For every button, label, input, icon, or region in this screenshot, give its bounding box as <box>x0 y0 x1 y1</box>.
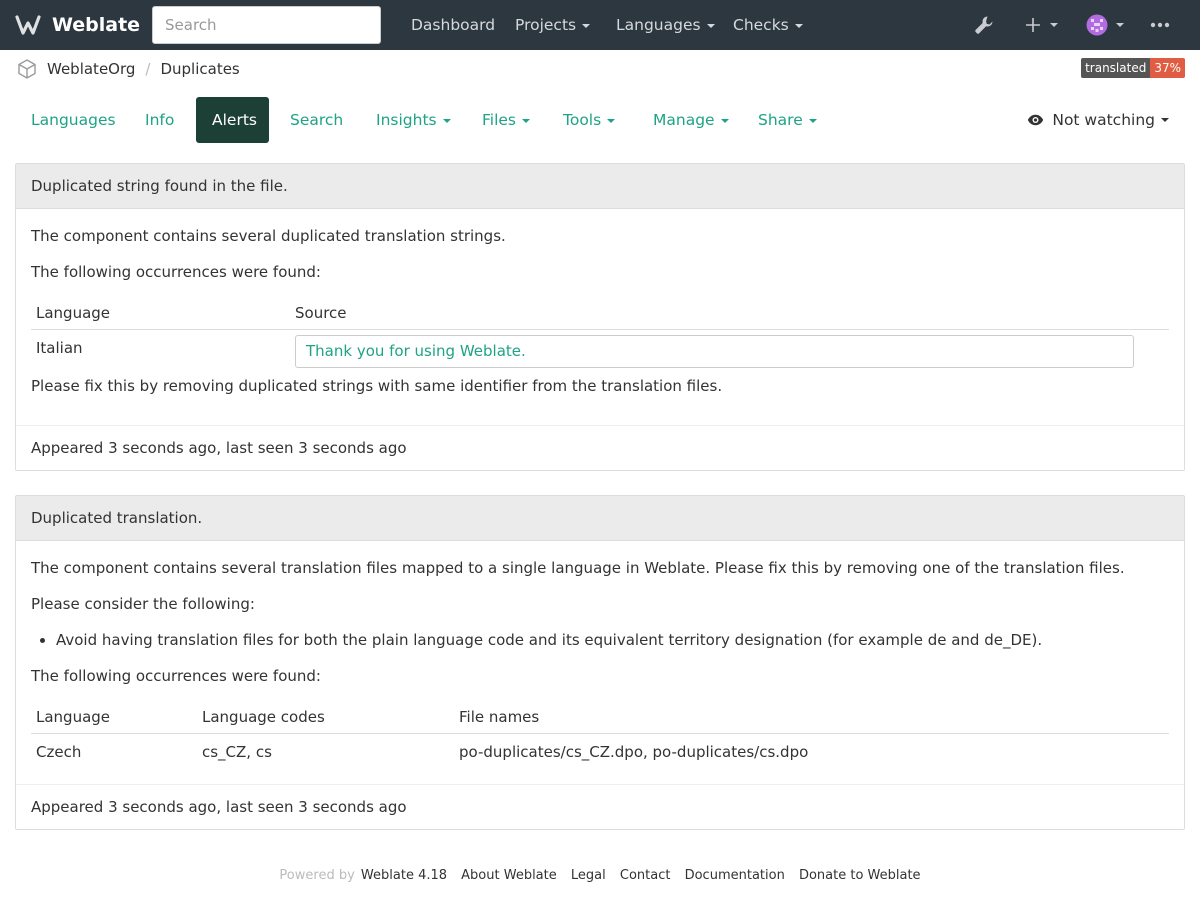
chevron-down-icon <box>808 118 817 123</box>
alert-timestamp: Appeared 3 seconds ago, last seen 3 seco… <box>16 784 1184 829</box>
alert-heading: Duplicated string found in the file. <box>16 164 1184 209</box>
tab-languages[interactable]: Languages <box>15 97 132 143</box>
tab-info[interactable]: Info <box>129 97 190 143</box>
chevron-down-icon <box>706 23 715 28</box>
column-header-file-names: File names <box>459 708 540 726</box>
chevron-down-icon <box>522 118 531 123</box>
footer-about-link[interactable]: About Weblate <box>461 868 557 883</box>
top-navbar: Weblate Dashboard Projects Languages Che… <box>0 0 1200 50</box>
chevron-down-icon <box>720 118 729 123</box>
project-cube-icon <box>18 59 36 79</box>
avatar <box>1086 14 1108 36</box>
footer-powered-by: Powered by <box>279 868 355 883</box>
chevron-down-icon <box>1050 23 1058 27</box>
footer-legal-link[interactable]: Legal <box>571 868 606 883</box>
alert-duplicated-translation: Duplicated translation. The component co… <box>15 495 1185 830</box>
tab-manage[interactable]: Manage <box>637 97 745 143</box>
user-menu[interactable] <box>1086 0 1124 50</box>
alert-heading: Duplicated translation. <box>16 496 1184 541</box>
column-header-language-codes: Language codes <box>202 708 325 726</box>
footer-contact-link[interactable]: Contact <box>620 868 671 883</box>
column-header-language: Language <box>36 304 111 322</box>
alert-consider-label: Please consider the following: <box>31 595 255 613</box>
breadcrumb: WeblateOrg / Duplicates <box>16 57 240 81</box>
add-menu[interactable] <box>1025 0 1058 50</box>
chevron-down-icon <box>582 23 591 28</box>
chevron-down-icon <box>1161 118 1169 122</box>
tab-insights[interactable]: Insights <box>360 97 467 143</box>
translated-badge[interactable]: translated 37% <box>1081 58 1185 78</box>
alert-occurrences-label: The following occurrences were found: <box>31 667 321 685</box>
chevron-down-icon <box>442 118 451 123</box>
alert-fix-instructions: Please fix this by removing duplicated s… <box>31 377 723 395</box>
table-divider <box>31 329 1169 330</box>
nav-languages[interactable]: Languages <box>616 0 715 50</box>
breadcrumb-separator: / <box>145 60 151 78</box>
nav-dashboard[interactable]: Dashboard <box>411 0 495 50</box>
page-footer: Powered by Weblate 4.18 About Weblate Le… <box>0 868 1200 883</box>
breadcrumb-component[interactable]: Duplicates <box>160 60 239 78</box>
footer-version-link[interactable]: Weblate 4.18 <box>361 868 447 883</box>
plus-icon <box>1026 18 1040 32</box>
brand-name: Weblate <box>52 14 141 36</box>
alert-duplicated-string: Duplicated string found in the file. The… <box>15 163 1185 471</box>
brand-logo[interactable]: Weblate <box>0 0 152 50</box>
row-language-codes: cs_CZ, cs <box>202 743 272 761</box>
list-item: Avoid having translation files for both … <box>56 631 1042 649</box>
tab-share[interactable]: Share <box>742 97 833 143</box>
row-language: Italian <box>36 339 83 357</box>
alert-occurrences-label: The following occurrences were found: <box>31 263 321 281</box>
more-menu-icon[interactable] <box>1150 0 1170 50</box>
weblate-logo-icon <box>15 15 41 35</box>
nav-projects[interactable]: Projects <box>515 0 591 50</box>
alert-intro: The component contains several duplicate… <box>31 227 506 245</box>
tab-files[interactable]: Files <box>466 97 546 143</box>
footer-documentation-link[interactable]: Documentation <box>685 868 785 883</box>
tab-alerts[interactable]: Alerts <box>196 97 269 143</box>
column-header-source: Source <box>295 304 347 322</box>
row-language: Czech <box>36 743 82 761</box>
tab-search[interactable]: Search <box>274 97 359 143</box>
footer-donate-link[interactable]: Donate to Weblate <box>799 868 921 883</box>
chevron-down-icon <box>794 23 803 28</box>
eye-icon <box>1028 114 1044 126</box>
nav-checks[interactable]: Checks <box>733 0 803 50</box>
consideration-list: Avoid having translation files for both … <box>56 631 1042 649</box>
watch-toggle[interactable]: Not watching <box>1027 97 1169 143</box>
source-string-box[interactable]: Thank you for using Weblate. <box>295 335 1134 368</box>
table-divider <box>31 733 1169 734</box>
alert-timestamp: Appeared 3 seconds ago, last seen 3 seco… <box>16 425 1184 470</box>
breadcrumb-project[interactable]: WeblateOrg <box>47 60 135 78</box>
alert-intro: The component contains several translati… <box>31 559 1125 577</box>
search-input[interactable] <box>152 6 381 44</box>
chevron-down-icon <box>1116 23 1124 27</box>
chevron-down-icon <box>607 118 616 123</box>
tab-tools[interactable]: Tools <box>547 97 631 143</box>
wrench-icon[interactable] <box>973 0 995 50</box>
row-file-names: po-duplicates/cs_CZ.dpo, po-duplicates/c… <box>459 743 809 761</box>
column-header-language: Language <box>36 708 111 726</box>
